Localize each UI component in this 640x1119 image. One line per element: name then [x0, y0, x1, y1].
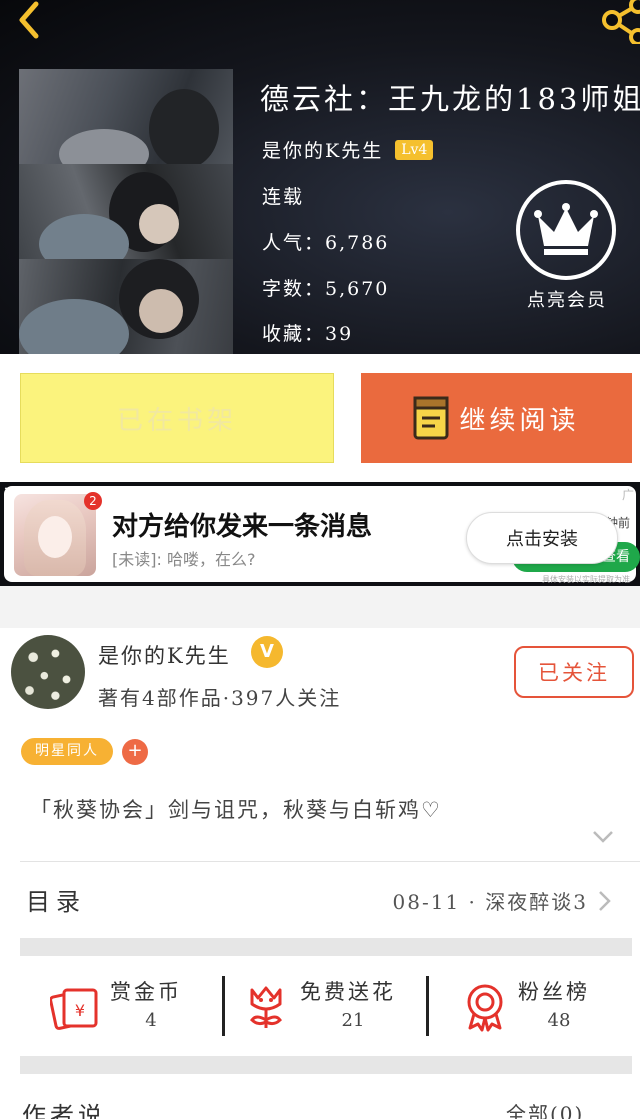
cover-figure — [19, 299, 129, 354]
section-separator — [20, 1056, 632, 1074]
ad-banner[interactable]: 2 对方给你发来一条消息 [未读]: 哈喽，在么? 点击查看 钟前 点击安装 具… — [0, 482, 640, 586]
book-header: 德云社：王九龙的183师姐 是你的K先生 Lv4 连载 人气：6,786 字数：… — [0, 0, 640, 354]
ad-card[interactable]: 2 对方给你发来一条消息 [未读]: 哈喽，在么? 点击查看 钟前 点击安装 具… — [4, 486, 640, 584]
cover-figure — [139, 204, 179, 244]
action-bar: 已在书架 继续阅读 — [0, 354, 640, 482]
toc-latest-chapter: 08-11 · 深夜醉谈3 — [392, 890, 588, 914]
author-name[interactable]: 是你的K先生 — [98, 640, 231, 670]
ad-close-icon[interactable]: ✕ — [0, 484, 20, 504]
reward-label: 赏金币 — [110, 980, 182, 1004]
author-stats: 著有4部作品·397人关注 — [98, 686, 342, 710]
flower-icon — [250, 986, 282, 1028]
flower-count: 21 — [341, 1010, 365, 1031]
stat-divider — [426, 976, 429, 1036]
crown-icon — [534, 203, 598, 255]
cover-panel — [19, 69, 233, 179]
vip-label[interactable]: 点亮会员 — [512, 286, 622, 312]
follow-button[interactable]: 已关注 — [514, 646, 634, 698]
fans-label: 粉丝榜 — [518, 980, 590, 1004]
author-says-row[interactable]: 作者说 全部(0) — [0, 1090, 640, 1119]
section-gap — [0, 586, 640, 628]
free-flower-button[interactable]: 免费送花 21 — [244, 976, 414, 1040]
chevron-right-icon — [599, 891, 611, 911]
red-envelope-icon: ¥ — [50, 988, 98, 1030]
stat-divider — [222, 976, 225, 1036]
cover-figure — [149, 89, 219, 169]
vip-button[interactable] — [516, 180, 616, 280]
share-button[interactable] — [598, 0, 640, 46]
ad-unread-badge: 2 — [84, 492, 102, 510]
book-detail-page: 德云社：王九龙的183师姐 是你的K先生 Lv4 连载 人气：6,786 字数：… — [0, 0, 640, 1119]
back-button[interactable] — [8, 0, 48, 40]
ad-tag: 广 — [621, 488, 634, 502]
book-description: 「秋葵协会」剑与诅咒，秋葵与白斩鸡♡ — [30, 798, 442, 822]
book-popularity: 人气：6,786 — [262, 232, 390, 254]
ad-title: 对方给你发来一条消息 — [112, 512, 373, 542]
cover-panel — [19, 164, 233, 274]
toc-row[interactable]: 目录 08-11 · 深夜醉谈3 — [0, 862, 640, 936]
book-word-count: 字数：5,670 — [262, 278, 390, 300]
ad-install-button[interactable]: 点击安装 — [466, 512, 618, 564]
verified-badge-icon: V — [251, 636, 283, 668]
chevron-down-icon[interactable] — [592, 830, 614, 844]
continue-reading-label: 继续阅读 — [459, 405, 580, 436]
book-favorites: 收藏：39 — [262, 323, 354, 345]
reward-coins-button[interactable]: ¥ 赏金币 4 — [50, 976, 200, 1040]
medal-icon — [467, 984, 503, 1032]
fan-ranking-button[interactable]: 粉丝榜 48 — [462, 976, 622, 1040]
avatar[interactable] — [11, 635, 85, 709]
chevron-left-icon — [19, 1, 39, 39]
section-separator — [20, 938, 632, 956]
book-author-line[interactable]: 是你的K先生 Lv4 — [262, 136, 434, 163]
on-shelf-label: 已在书架 — [116, 405, 237, 436]
ad-thumb-face — [38, 516, 72, 558]
ad-disclaimer: 具体安装以实际提取为准 — [542, 575, 630, 584]
add-tag-button[interactable]: + — [122, 739, 148, 765]
flower-label: 免费送花 — [300, 980, 396, 1004]
book-status: 连载 — [262, 186, 305, 208]
tag-pill[interactable]: 明星同人 — [21, 738, 113, 765]
toc-label: 目录 — [26, 888, 86, 916]
reward-count: 4 — [145, 1010, 157, 1031]
book-author: 是你的K先生 — [262, 140, 384, 162]
cover-figure — [139, 289, 183, 333]
book-cover-image[interactable] — [19, 69, 233, 354]
tags-section: 明星同人 + 「秋葵协会」剑与诅咒，秋葵与白斩鸡♡ — [0, 718, 640, 862]
book-icon — [413, 396, 449, 440]
author-says-all[interactable]: 全部(0) — [506, 1098, 584, 1119]
fans-count: 48 — [547, 1010, 571, 1031]
author-says-label: 作者说 — [22, 1102, 106, 1119]
ad-subtitle: [未读]: 哈喽，在么? — [112, 550, 256, 569]
cover-panel — [19, 259, 233, 354]
author-level-badge: Lv4 — [395, 139, 434, 160]
continue-reading-button[interactable]: 继续阅读 — [361, 373, 632, 463]
interaction-stats: ¥ 赏金币 4 免费送花 21 粉丝榜 48 — [0, 936, 640, 1116]
ad-thumbnail — [14, 494, 96, 576]
author-section: 是你的K先生 V 著有4部作品·397人关注 已关注 — [0, 628, 640, 718]
on-shelf-button[interactable]: 已在书架 — [20, 373, 334, 463]
svg-text:¥: ¥ — [75, 1001, 85, 1020]
book-title: 德云社：王九龙的183师姐 — [260, 82, 640, 116]
share-icon — [602, 0, 640, 46]
